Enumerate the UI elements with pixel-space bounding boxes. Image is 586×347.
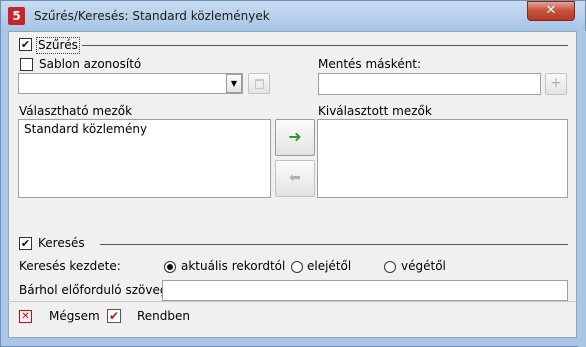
list-item[interactable]: Standard közlemény	[24, 122, 147, 137]
save-as-add-button[interactable]: +	[545, 73, 567, 95]
anywhere-text-input[interactable]	[162, 280, 568, 301]
radio-current-record-label[interactable]: aktuális rekordtól	[181, 259, 285, 274]
save-as-input[interactable]	[318, 73, 541, 95]
check-icon: ✔	[20, 237, 31, 250]
save-as-label: Mentés másként:	[318, 57, 422, 71]
radio-from-end-label[interactable]: végétől	[401, 259, 446, 274]
ok-button[interactable]: ✔ Rendben	[106, 308, 206, 326]
search-divider	[100, 244, 568, 245]
arrow-left-icon: ⬅	[289, 170, 301, 186]
title-bar[interactable]: 5 Szűrés/Keresés: Standard közlemények	[1, 1, 585, 31]
anywhere-text-label: Bárhol előforduló szöveg:	[19, 283, 172, 297]
move-left-button[interactable]: ⬅	[275, 160, 315, 197]
chevron-down-icon: ▼	[230, 79, 238, 88]
cancel-button[interactable]: ✕ Mégsem	[18, 308, 118, 326]
selected-fields-label: Kiválasztott mezők	[318, 104, 432, 118]
close-icon: ✕	[545, 3, 557, 18]
template-label: Sablon azonosító	[39, 57, 142, 71]
radio-from-start-label[interactable]: elejétől	[307, 259, 351, 274]
ok-icon: ✔	[107, 309, 121, 323]
footer-separator	[8, 301, 577, 302]
search-start-label: Keresés kezdete:	[19, 259, 121, 273]
search-checkbox[interactable]: ✔	[19, 237, 32, 250]
move-right-button[interactable]: ➜	[275, 119, 315, 156]
radio-dot	[167, 264, 173, 270]
template-delete-button[interactable]	[248, 73, 270, 94]
search-section-label: Keresés	[38, 236, 85, 250]
filter-divider	[82, 45, 568, 46]
available-fields-list[interactable]: Standard közlemény	[18, 119, 271, 198]
template-combobox[interactable]: ▼	[18, 73, 243, 94]
plus-icon: +	[550, 75, 562, 91]
selected-fields-list[interactable]	[317, 119, 568, 198]
app-icon: 5	[8, 7, 25, 25]
radio-from-end[interactable]	[384, 261, 396, 273]
window-title: Szűrés/Keresés: Standard közlemények	[34, 9, 270, 23]
cancel-label: Mégsem	[49, 309, 100, 323]
filter-section-label: Szűrés	[36, 37, 80, 54]
template-checkbox[interactable]	[20, 58, 33, 71]
ok-label: Rendben	[137, 309, 191, 323]
filter-checkbox[interactable]: ✔	[19, 38, 32, 51]
check-icon: ✔	[20, 38, 31, 51]
trash-icon	[255, 79, 264, 89]
template-dropdown-button[interactable]: ▼	[226, 74, 242, 93]
radio-current-record[interactable]	[164, 261, 176, 273]
available-fields-label: Választható mezők	[19, 104, 133, 118]
arrow-right-icon: ➜	[288, 127, 302, 146]
close-button[interactable]: ✕	[527, 1, 575, 21]
cancel-icon: ✕	[19, 310, 32, 323]
radio-from-start[interactable]	[291, 261, 303, 273]
window-frame-right	[578, 31, 586, 347]
